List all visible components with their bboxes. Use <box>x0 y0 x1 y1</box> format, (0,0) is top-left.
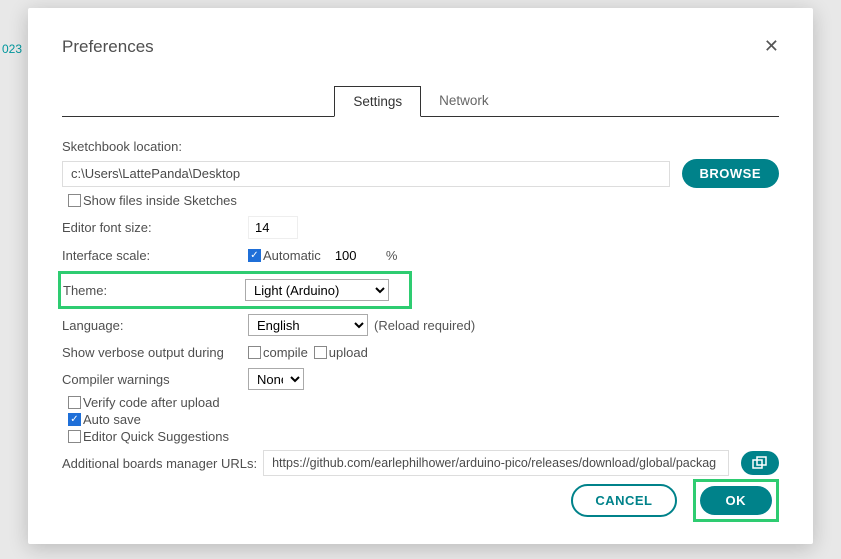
language-row: Language: English (Reload required) <box>62 314 779 336</box>
show-files-checkbox[interactable] <box>68 194 81 207</box>
dialog-title: Preferences <box>62 37 154 57</box>
form-area: Sketchbook location: BROWSE Show files i… <box>62 135 779 476</box>
percent-label: % <box>386 248 398 263</box>
font-size-label: Editor font size: <box>62 220 248 235</box>
cancel-button[interactable]: CANCEL <box>571 484 676 517</box>
tab-network[interactable]: Network <box>421 86 507 117</box>
automatic-label: Automatic <box>263 248 321 263</box>
autosave-label: Auto save <box>83 412 141 427</box>
expand-icon <box>752 456 768 470</box>
theme-row: Theme: Light (Arduino) <box>58 271 412 309</box>
preferences-dialog: Preferences ✕ Settings Network Sketchboo… <box>28 8 813 544</box>
show-files-row: Show files inside Sketches <box>68 193 779 208</box>
ok-button[interactable]: OK <box>700 486 773 515</box>
interface-scale-row: Interface scale: ✓ Automatic % <box>62 244 779 266</box>
upload-checkbox[interactable] <box>314 346 327 359</box>
warnings-label: Compiler warnings <box>62 372 248 387</box>
dialog-footer: CANCEL OK <box>62 479 779 522</box>
backdrop-hint: 023 <box>0 40 30 62</box>
scale-value-input[interactable] <box>331 245 376 266</box>
language-label: Language: <box>62 318 248 333</box>
browse-button[interactable]: BROWSE <box>682 159 780 188</box>
compile-label: compile <box>263 345 308 360</box>
urls-row: Additional boards manager URLs: <box>62 450 779 476</box>
font-size-input[interactable] <box>248 216 298 239</box>
automatic-checkbox[interactable]: ✓ <box>248 249 261 262</box>
interface-scale-label: Interface scale: <box>62 248 248 263</box>
upload-label: upload <box>329 345 368 360</box>
urls-expand-button[interactable] <box>741 451 779 475</box>
verify-label: Verify code after upload <box>83 395 220 410</box>
sketchbook-label-row: Sketchbook location: <box>62 135 779 157</box>
quick-suggestions-label: Editor Quick Suggestions <box>83 429 229 444</box>
tab-settings[interactable]: Settings <box>334 86 421 117</box>
quick-suggestions-checkbox[interactable] <box>68 430 81 443</box>
warnings-row: Compiler warnings None <box>62 368 779 390</box>
theme-label: Theme: <box>63 283 245 298</box>
sketchbook-location-input[interactable] <box>62 161 670 187</box>
font-size-row: Editor font size: <box>62 216 779 239</box>
ok-highlight: OK <box>693 479 780 522</box>
dialog-header: Preferences ✕ <box>62 36 779 57</box>
tabs: Settings Network <box>62 85 779 117</box>
show-files-label: Show files inside Sketches <box>83 193 237 208</box>
sketchbook-label: Sketchbook location: <box>62 139 182 154</box>
reload-required-label: (Reload required) <box>374 318 475 333</box>
urls-input[interactable] <box>263 450 729 476</box>
autosave-checkbox[interactable]: ✓ <box>68 413 81 426</box>
language-select[interactable]: English <box>248 314 368 336</box>
verbose-row: Show verbose output during compile uploa… <box>62 341 779 363</box>
urls-label: Additional boards manager URLs: <box>62 456 257 471</box>
options-list: Verify code after upload ✓ Auto save Edi… <box>68 395 779 444</box>
verify-checkbox[interactable] <box>68 396 81 409</box>
verbose-label: Show verbose output during <box>62 345 248 360</box>
close-icon[interactable]: ✕ <box>764 36 779 57</box>
warnings-select[interactable]: None <box>248 368 304 390</box>
compile-checkbox[interactable] <box>248 346 261 359</box>
theme-select[interactable]: Light (Arduino) <box>245 279 389 301</box>
sketchbook-row: BROWSE <box>62 159 779 188</box>
